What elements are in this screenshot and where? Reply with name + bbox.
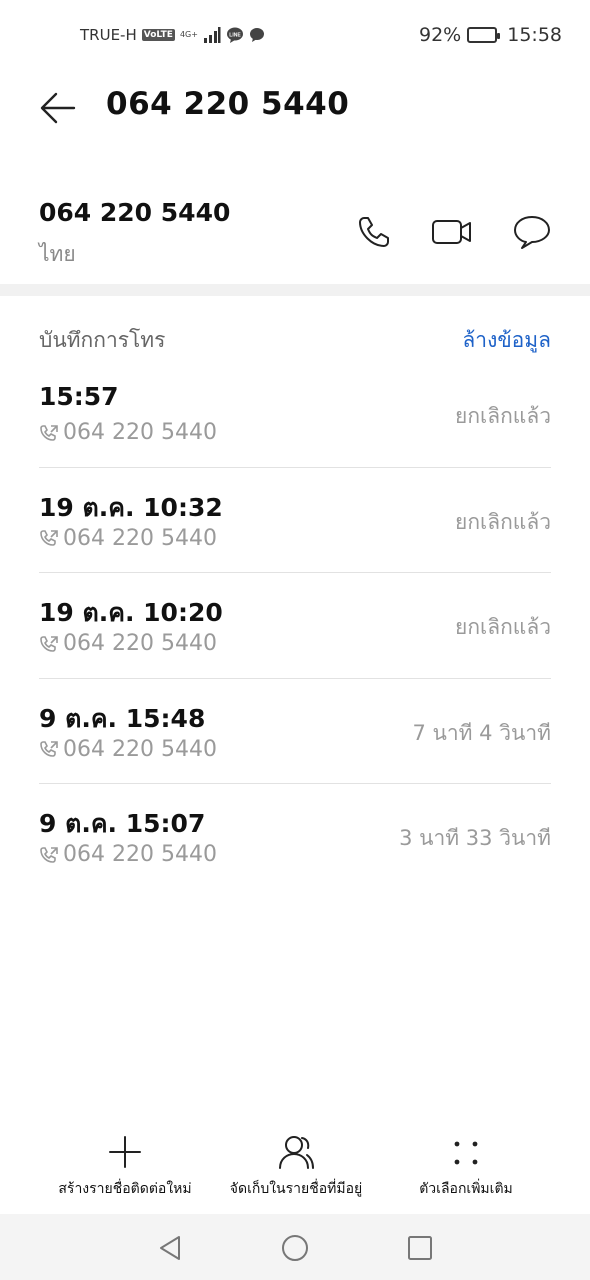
call-time: 15:57 (39, 382, 119, 411)
call-status: ยกเลิกแล้ว (455, 615, 551, 639)
system-nav-bar (0, 1214, 590, 1280)
call-status: ยกเลิกแล้ว (455, 404, 551, 428)
call-time: 19 ต.ค. 10:32 (39, 492, 223, 522)
call-status: ยกเลิกแล้ว (455, 509, 551, 534)
page-title: 064 220 5440 (106, 86, 350, 122)
message-button[interactable] (510, 210, 554, 254)
back-button[interactable] (36, 86, 80, 130)
save-to-existing-button[interactable]: จัดเก็บในรายชื่อที่มีอยู่ (216, 1132, 376, 1200)
nav-home-button[interactable] (275, 1228, 315, 1268)
call-number: 064 220 5440 (63, 631, 217, 656)
arrow-left-icon (40, 92, 76, 124)
line-app-icon: LINE (226, 27, 243, 43)
status-left: TRUE-H VoLTE 4G+ LINE (80, 26, 265, 44)
bottom-action-bar: สร้างรายชื่อติดต่อใหม่ จัดเก็บในรายชื่อท… (0, 1132, 590, 1212)
new-contact-label: สร้างรายชื่อติดต่อใหม่ (58, 1181, 192, 1197)
outgoing-call-icon (40, 530, 58, 546)
person-icon (279, 1136, 314, 1169)
outgoing-call-icon (40, 846, 58, 863)
network-type: 4G+ (179, 30, 198, 39)
status-bar: TRUE-H VoLTE 4G+ LINE 92% 15:58 (0, 0, 590, 76)
nav-back-button[interactable] (150, 1228, 190, 1268)
volte-badge: VoLTE (141, 29, 175, 41)
signal-icon (203, 27, 221, 43)
plus-icon (109, 1136, 141, 1168)
call-log-header: บันทึกการโทร ล้างข้อมูล (0, 320, 590, 360)
call-log-item[interactable]: 19 ต.ค. 10:20 064 220 5440 ยกเลิกแล้ว (39, 573, 551, 679)
call-sub: 064 220 5440 (39, 631, 217, 656)
call-number: 064 220 5440 (63, 736, 217, 762)
carrier-name: TRUE-H (80, 26, 137, 44)
call-time: 9 ต.ค. 15:07 (39, 809, 206, 838)
contact-number: 064 220 5440 (39, 198, 231, 227)
contact-card: 064 220 5440 ไทย (0, 180, 590, 284)
call-number: 064 220 5440 (63, 842, 217, 867)
call-number: 064 220 5440 (63, 525, 217, 551)
chat-notification-icon (249, 28, 264, 42)
call-status: 7 นาที 4 วินาที (412, 720, 551, 745)
call-log-list: 15:57 064 220 5440 ยกเลิกแล้ว 19 ต.ค. 10… (39, 362, 551, 890)
call-time: 19 ต.ค. 10:20 (39, 598, 223, 627)
call-sub: 064 220 5440 (39, 420, 217, 445)
video-call-icon (432, 220, 471, 244)
battery-icon (467, 27, 501, 43)
outgoing-call-icon (40, 741, 58, 757)
call-log-title: บันทึกการโทร (39, 328, 166, 352)
outgoing-call-icon (40, 424, 58, 441)
contact-region: ไทย (39, 242, 76, 266)
call-sub: 064 220 5440 (39, 526, 217, 551)
more-options-label: ตัวเลือกเพิ่มเติม (419, 1181, 513, 1197)
phone-icon (359, 217, 389, 247)
call-time: 9 ต.ค. 15:48 (39, 703, 206, 733)
battery-percent: 92% (419, 24, 462, 46)
triangle-back-icon (160, 1236, 180, 1260)
clear-log-button[interactable]: ล้างข้อมูล (462, 324, 551, 357)
video-call-button[interactable] (430, 210, 474, 254)
svg-text:LINE: LINE (229, 33, 241, 39)
call-log-item[interactable]: 9 ต.ค. 15:07 064 220 5440 3 นาที 33 วินา… (39, 784, 551, 890)
square-recents-icon (408, 1236, 432, 1260)
more-options-button[interactable]: ตัวเลือกเพิ่มเติม (404, 1132, 528, 1200)
message-icon (514, 216, 550, 249)
new-contact-button[interactable]: สร้างรายชื่อติดต่อใหม่ (48, 1132, 202, 1200)
save-to-existing-label: จัดเก็บในรายชื่อที่มีอยู่ (229, 1181, 363, 1197)
call-number: 064 220 5440 (63, 420, 217, 445)
call-log-item[interactable]: 19 ต.ค. 10:32 064 220 5440 ยกเลิกแล้ว (39, 468, 551, 573)
call-log-item[interactable]: 9 ต.ค. 15:48 064 220 5440 7 นาที 4 วินาท… (39, 679, 551, 784)
nav-recents-button[interactable] (400, 1228, 440, 1268)
call-status: 3 นาที 33 วินาที (399, 826, 551, 850)
call-button[interactable] (352, 210, 396, 254)
more-dots-icon (454, 1141, 478, 1165)
page-header: 064 220 5440 (0, 76, 590, 136)
call-sub: 064 220 5440 (39, 737, 217, 762)
section-divider (0, 284, 590, 296)
status-time: 15:58 (507, 24, 562, 46)
status-right: 92% 15:58 (419, 24, 562, 46)
circle-home-icon (282, 1235, 308, 1261)
call-log-item[interactable]: 15:57 064 220 5440 ยกเลิกแล้ว (39, 362, 551, 468)
call-sub: 064 220 5440 (39, 842, 217, 867)
outgoing-call-icon (40, 635, 58, 652)
